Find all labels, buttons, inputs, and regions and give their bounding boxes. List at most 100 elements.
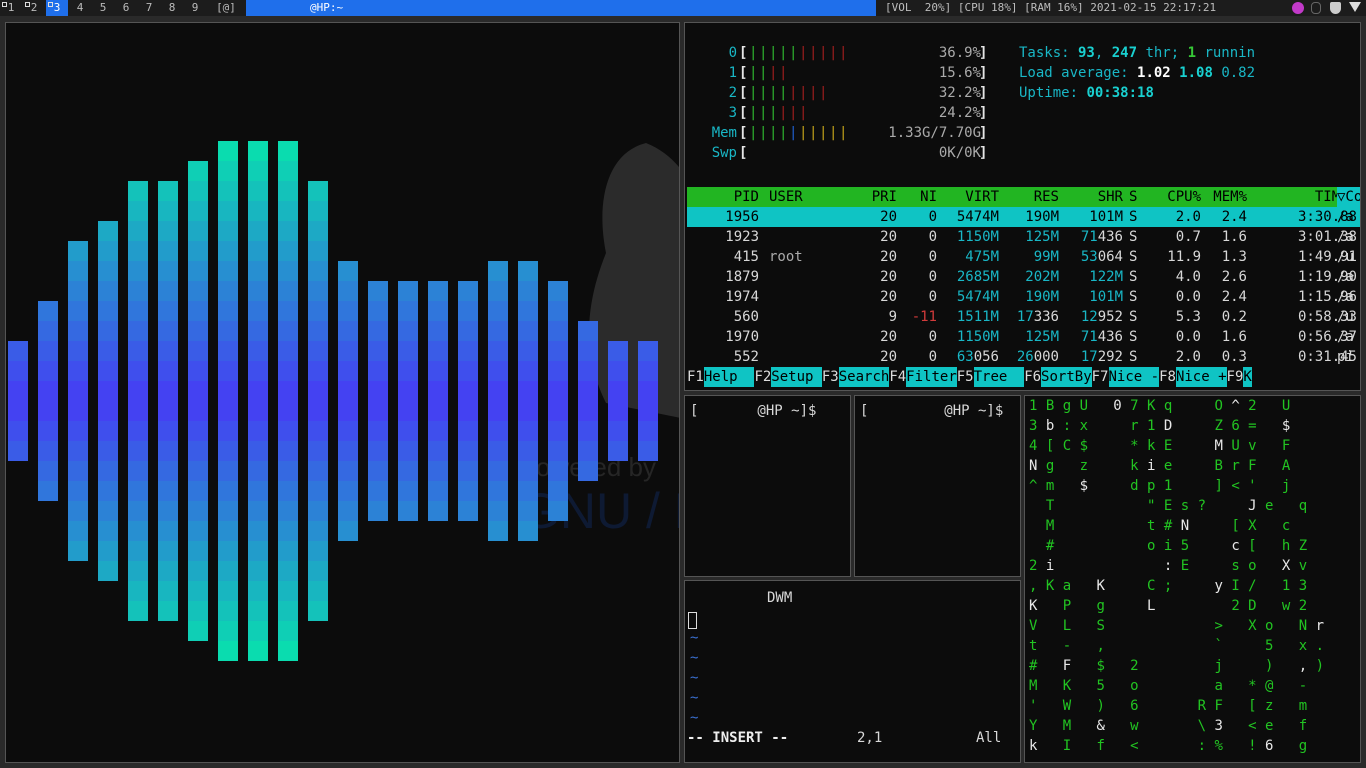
matrix-glyph: ) <box>1315 658 1325 674</box>
matrix-glyph: U <box>1281 398 1291 414</box>
layout-indicator[interactable]: [@] <box>210 0 242 16</box>
process-cell: S <box>1129 309 1138 325</box>
visualizer-bar-segment <box>128 261 148 281</box>
visualizer-bar-segment <box>158 501 178 521</box>
wifi-icon[interactable] <box>1349 2 1361 12</box>
visualizer-bar-segment <box>488 261 508 281</box>
column-header[interactable]: PID <box>687 187 759 207</box>
summary-text: runnin <box>1196 45 1256 61</box>
matrix-glyph: v <box>1298 558 1308 574</box>
meter-bar-tick: | <box>749 105 758 121</box>
tag-4[interactable]: 4 <box>69 0 91 16</box>
tag-1[interactable]: 1 <box>0 0 22 16</box>
function-key-help-button[interactable]: Help <box>703 367 755 387</box>
tag-label: 8 <box>168 1 176 14</box>
process-cell: 0 <box>928 249 937 265</box>
htop-pane[interactable]: 0[| | | | | | | | | | 36.9%] 1[| | | | 15.6%] 2[| | | | | | | |… <box>684 22 1361 391</box>
process-row[interactable]: 1956 20 0 5474M 190M 101M S 2.0 2.4 3:30.88/a <box>687 207 1360 227</box>
column-header[interactable]: ▽Co <box>1337 187 1360 207</box>
cmatrix-pane[interactable]: 1 Bg U 0 7 Kq O ^ 2 U 3 b: x r 1 D Z 6 = $4[C $ * k E M Uv F Ng z k i e… <box>1024 395 1361 763</box>
visualizer-bar-segment <box>248 201 268 221</box>
process-row[interactable]: 415 root 20 0 475M 99M 53064 S 11.9 1.3 1:49.91/u <box>687 247 1360 267</box>
tag-3[interactable]: 3 <box>46 0 68 16</box>
terminal-pane-2[interactable]: [ @HP ~]$ <box>854 395 1021 577</box>
tag-8[interactable]: 8 <box>161 0 183 16</box>
function-key-number: F2 <box>754 369 772 385</box>
visualizer-bar-segment <box>68 341 88 361</box>
number-part: 101M <box>1089 289 1123 305</box>
process-cell: -11 <box>911 309 937 325</box>
meter-bar-tick: | <box>779 125 788 141</box>
function-key-tree-button[interactable]: Tree <box>973 367 1025 387</box>
visualizer-bar-segment <box>8 341 28 361</box>
function-key-search-button[interactable]: Search <box>838 367 890 387</box>
column-header[interactable]: PRI <box>845 187 897 207</box>
tag-5[interactable]: 5 <box>92 0 114 16</box>
function-key-nice-button[interactable]: Nice + <box>1175 367 1227 387</box>
matrix-glyph: % <box>1214 738 1223 754</box>
visualizer-bar-segment <box>188 321 208 341</box>
column-header[interactable]: SHR <box>1059 187 1123 207</box>
visualizer-bar-segment <box>98 361 118 381</box>
function-key-nice-button[interactable]: Nice - <box>1108 367 1160 387</box>
visualizer-bar-segment <box>248 481 268 501</box>
shield-icon[interactable] <box>1330 2 1341 14</box>
column-header[interactable]: MEM% <box>1201 187 1247 207</box>
matrix-glyph: B <box>1214 458 1223 474</box>
matrix-glyph: g <box>1096 598 1105 614</box>
process-row[interactable]: 1923 20 0 1150M 125M 71436 S 0.7 1.6 3:01.38/a <box>687 227 1360 247</box>
visualizer-bar-segment <box>338 481 358 501</box>
process-row[interactable]: 552 20 0 63056 26000 17292 S 2.0 0.3 0:31.45 pi <box>687 347 1360 367</box>
visualizer-bar-segment <box>638 421 658 441</box>
process-table-header[interactable]: PID USER PRI NI VIRT RES SHR S CPU% MEM% TIME+ ▽Co <box>687 187 1360 207</box>
visualizer-bar-segment <box>458 341 478 361</box>
number-part: 056 <box>973 349 999 365</box>
visualizer-bar-segment <box>398 461 418 481</box>
matrix-glyph: 2 <box>1298 598 1308 614</box>
meter-label: Mem <box>711 125 737 141</box>
column-header[interactable]: RES <box>999 187 1059 207</box>
matrix-glyph: P <box>1062 598 1072 614</box>
process-cell: 1150M <box>937 227 999 247</box>
column-header[interactable]: S <box>1129 187 1139 207</box>
meter-bar-tick: | <box>789 105 798 121</box>
function-key-setup-button[interactable]: Setup <box>771 367 822 387</box>
visualizer-bar-segment <box>458 301 478 321</box>
tag-7[interactable]: 7 <box>138 0 160 16</box>
process-row[interactable]: 1879 20 0 2685M 202M 122M S 4.0 2.6 1:19.90/a <box>687 267 1360 287</box>
matrix-glyph: k <box>1029 738 1038 754</box>
tag-6[interactable]: 6 <box>115 0 137 16</box>
column-header[interactable]: USER <box>769 187 849 207</box>
process-cell: /a <box>1337 209 1354 225</box>
function-key-k-button[interactable]: K <box>1243 367 1252 387</box>
column-header[interactable]: NI <box>897 187 937 207</box>
visualizer-bar-segment <box>338 321 358 341</box>
terminal-pane-1[interactable]: [ @HP ~]$ <box>684 395 851 577</box>
matrix-glyph: 1 <box>1029 398 1038 414</box>
visualizer-bar-segment <box>128 421 148 441</box>
number-part: 125M <box>1025 229 1059 245</box>
uptime: Uptime: 00:38:18 <box>685 83 1357 103</box>
visualizer-bar-segment <box>398 341 418 361</box>
matrix-glyph: L <box>1062 618 1072 634</box>
tag-9[interactable]: 9 <box>184 0 206 16</box>
process-row[interactable]: 1970 20 0 1150M 125M 71436 S 0.0 1.6 0:56.37/a <box>687 327 1360 347</box>
firefox-icon[interactable] <box>1292 2 1304 14</box>
function-key-filter-button[interactable]: Filter <box>906 367 957 387</box>
function-key-number: F3 <box>821 369 839 385</box>
process-row[interactable]: 560 9 -11 1511M 17336 12952 S 5.3 0.2 0:58.33/u <box>687 307 1360 327</box>
visualizer-bar-segment <box>188 481 208 501</box>
visualizer-bar-segment <box>158 601 178 621</box>
function-key-sortby-button[interactable]: SortBy <box>1041 367 1092 387</box>
column-header[interactable]: VIRT <box>937 187 999 207</box>
vim-editor-pane[interactable]: DWM ~ ~ ~ ~ ~ -- INSERT -- 2,1 All <box>684 580 1021 763</box>
visualizer-bar-segment <box>548 501 568 521</box>
matrix-glyph: I <box>1062 738 1072 754</box>
bluetooth-icon[interactable] <box>1311 2 1321 14</box>
visualizer-bar-segment <box>458 361 478 381</box>
process-cell: 17292 <box>1059 347 1123 367</box>
process-row[interactable]: 1974 20 0 5474M 190M 101M S 0.0 2.4 1:15.96/a <box>687 287 1360 307</box>
column-header[interactable]: CPU% <box>1141 187 1201 207</box>
visualizer-bar-segment <box>548 301 568 321</box>
tag-2[interactable]: 2 <box>23 0 45 16</box>
